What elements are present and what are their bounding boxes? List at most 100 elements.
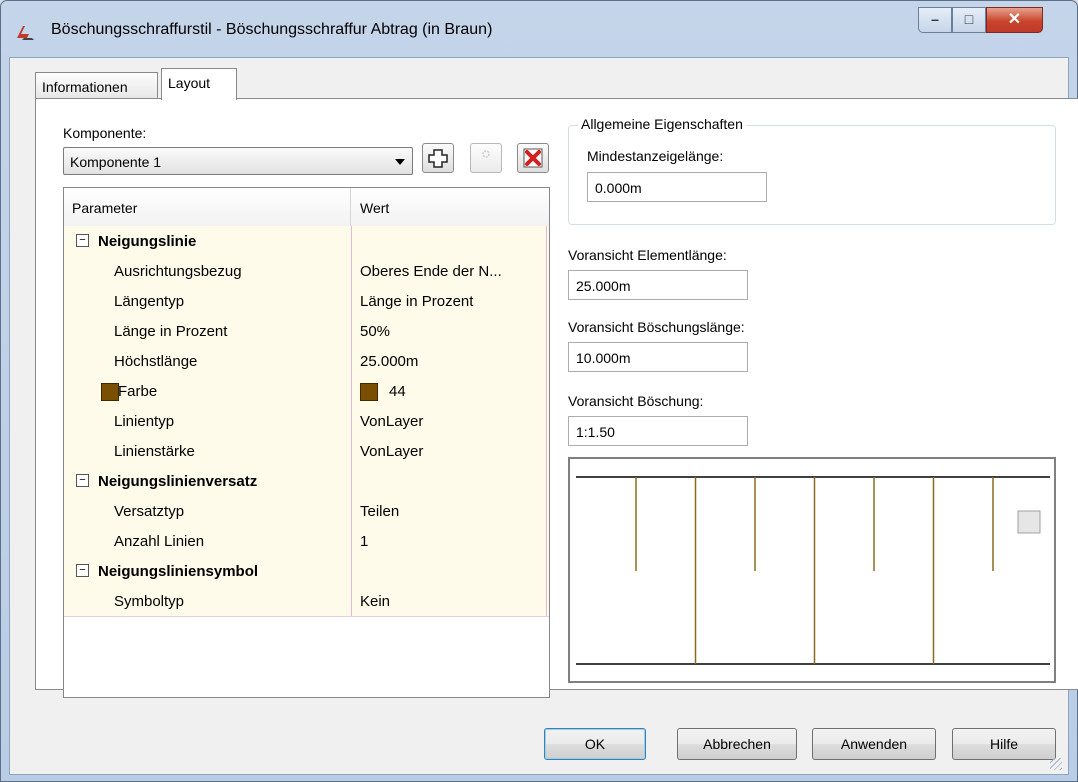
parameter-cell: − Neigungsliniensymbol: [64, 556, 352, 586]
value-cell[interactable]: Länge in Prozent: [352, 286, 547, 316]
title-bar[interactable]: Böschungsschraffurstil - Böschungsschraf…: [1, 1, 1077, 57]
value-cell[interactable]: Teilen: [352, 496, 547, 526]
dialog-client: Informationen Layout Komponente: Kompone…: [9, 57, 1078, 775]
parameter-cell: Anzahl Linien: [64, 526, 352, 556]
add-component-button[interactable]: [422, 143, 454, 173]
column-separator[interactable]: [350, 188, 351, 226]
table-row[interactable]: Linienstärke VonLayer: [64, 436, 549, 467]
column-header-value[interactable]: Wert: [360, 200, 389, 216]
value-cell[interactable]: [352, 556, 547, 586]
grid-header: Parameter Wert: [64, 188, 549, 227]
parameter-cell: Linientyp: [64, 406, 352, 436]
copy-component-button[interactable]: [470, 143, 502, 173]
table-row[interactable]: Linientyp VonLayer: [64, 406, 549, 437]
grid-category-row[interactable]: − Neigungslinie: [64, 226, 549, 257]
value-cell[interactable]: [352, 226, 547, 256]
parameter-name: Ausrichtungsbezug: [114, 263, 242, 280]
preview-slope-length-value: 10.000m: [576, 350, 631, 366]
cancel-button[interactable]: Abbrechen: [677, 728, 797, 760]
minimize-icon: –: [931, 11, 939, 27]
add-component-icon: [428, 149, 448, 168]
parameter-value: VonLayer: [360, 443, 424, 460]
parameter-value: Länge in Prozent: [360, 293, 474, 310]
resize-grip[interactable]: [1050, 758, 1062, 770]
value-cell[interactable]: 44: [352, 376, 547, 406]
table-row[interactable]: Ausrichtungsbezug Oberes Ende der N...: [64, 256, 549, 287]
value-cell[interactable]: 1: [352, 526, 547, 556]
parameter-value: 1: [360, 533, 369, 550]
parameter-name: Symboltyp: [114, 593, 185, 610]
color-swatch-icon: [101, 383, 119, 401]
preview-slope-length-field[interactable]: 10.000m: [568, 342, 748, 372]
parameter-cell: − Neigungslinie: [64, 226, 352, 256]
delete-component-button[interactable]: [517, 143, 549, 173]
maximize-button[interactable]: □: [952, 7, 986, 33]
layout-panel: Komponente: Komponente 1 Parameter Wert …: [35, 98, 1078, 698]
parameter-name: Neigungslinienversatz: [98, 473, 258, 490]
preview-element-length-field[interactable]: 25.000m: [568, 270, 748, 300]
parameter-name: Farbe: [118, 383, 158, 400]
parameter-cell: Längentyp: [64, 286, 352, 316]
table-row[interactable]: Höchstlänge 25.000m: [64, 346, 549, 377]
hatch-preview: [568, 457, 1056, 683]
help-button[interactable]: Hilfe: [952, 728, 1056, 760]
parameter-name: Längentyp: [114, 293, 185, 310]
grid-category-row[interactable]: − Neigungslinienversatz: [64, 466, 549, 497]
help-button-label: Hilfe: [989, 736, 1018, 752]
hatch-lines: [635, 477, 994, 664]
value-cell[interactable]: Oberes Ende der N...: [352, 256, 547, 286]
parameter-cell: Höchstlänge: [64, 346, 352, 376]
parameter-cell: Linienstärke: [64, 436, 352, 466]
tab-layout[interactable]: Layout: [161, 68, 237, 100]
parameter-cell: − Neigungslinienversatz: [64, 466, 352, 496]
ok-button-label: OK: [584, 736, 606, 752]
cancel-button-label: Abbrechen: [703, 736, 771, 752]
min-display-length-value: 0.000m: [595, 180, 642, 196]
value-cell[interactable]: 25.000m: [352, 346, 547, 376]
collapse-icon[interactable]: −: [76, 564, 89, 577]
hatch-preview-canvas: [576, 476, 1050, 665]
tab-informationen[interactable]: Informationen: [35, 72, 158, 99]
maximize-icon: □: [964, 11, 974, 27]
dialog-window: Böschungsschraffurstil - Böschungsschraf…: [0, 0, 1078, 782]
grid-category-row[interactable]: − Neigungsliniensymbol: [64, 556, 549, 587]
close-button[interactable]: ✕: [986, 7, 1043, 33]
parameter-cell: Länge in Prozent: [64, 316, 352, 346]
min-display-length-label: Mindestanzeigelänge:: [587, 148, 724, 164]
table-row[interactable]: Längentyp Länge in Prozent: [64, 286, 549, 317]
min-display-length-field[interactable]: 0.000m: [587, 172, 767, 202]
table-row[interactable]: Versatztyp Teilen: [64, 496, 549, 527]
parameter-value: Kein: [360, 593, 391, 610]
collapse-icon[interactable]: −: [76, 474, 89, 487]
value-cell[interactable]: VonLayer: [352, 406, 547, 436]
parameter-value: VonLayer: [360, 413, 424, 430]
value-cell[interactable]: [352, 466, 547, 496]
parameter-name: Länge in Prozent: [114, 323, 228, 340]
ok-button[interactable]: OK: [544, 728, 646, 760]
value-cell[interactable]: 50%: [352, 316, 547, 346]
preview-slope-length-label: Voransicht Böschungslänge:: [568, 319, 745, 335]
close-icon: ✕: [1007, 11, 1022, 28]
table-row[interactable]: Anzahl Linien 1: [64, 526, 549, 557]
parameter-value: 44: [389, 383, 406, 400]
preview-slope-field[interactable]: 1:1.50: [568, 416, 748, 446]
component-select[interactable]: Komponente 1: [63, 147, 413, 175]
parameter-name: Anzahl Linien: [114, 533, 205, 550]
parameter-value: Oberes Ende der N...: [360, 263, 502, 280]
preview-toggle-button[interactable]: [1017, 510, 1041, 534]
apply-button[interactable]: Anwenden: [812, 728, 936, 760]
value-cell[interactable]: Kein: [352, 586, 547, 616]
value-cell[interactable]: VonLayer: [352, 436, 547, 466]
parameter-value: 50%: [360, 323, 391, 340]
property-grid: Parameter Wert − Neigungslinie Ausrichtung…: [63, 187, 550, 698]
preview-slope-label: Voransicht Böschung:: [568, 393, 704, 409]
table-row[interactable]: Länge in Prozent 50%: [64, 316, 549, 347]
collapse-icon[interactable]: −: [76, 234, 89, 247]
component-select-value: Komponente 1: [70, 154, 162, 170]
parameter-value: Teilen: [360, 503, 400, 520]
table-row[interactable]: Symboltyp Kein: [64, 586, 549, 617]
table-row[interactable]: Farbe 44: [64, 376, 549, 407]
column-header-parameter[interactable]: Parameter: [72, 200, 137, 216]
parameter-name: Linientyp: [114, 413, 175, 430]
minimize-button[interactable]: –: [918, 7, 952, 33]
